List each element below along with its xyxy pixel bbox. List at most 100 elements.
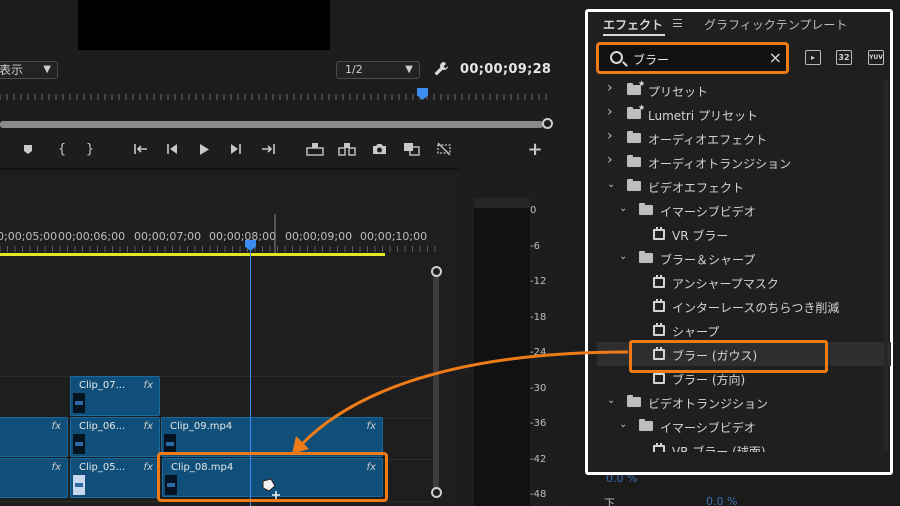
tree-item[interactable]: ⌄ ブラー＆シャープ <box>597 246 891 270</box>
clip-05[interactable]: Clip_05... fx <box>70 458 160 498</box>
fx-badge[interactable]: fx <box>52 421 61 432</box>
zoom-scrollbar-handle[interactable] <box>542 118 553 129</box>
chevron-down-icon[interactable]: ⌄ <box>619 251 629 262</box>
resolution-dropdown[interactable]: 1/2 ▼ <box>336 61 420 79</box>
fx-badge[interactable]: fx <box>52 462 61 473</box>
meter-tick: -42 <box>530 454 547 465</box>
clip-09[interactable]: Clip_09.mp4 fx <box>161 417 383 457</box>
tree-item[interactable]: › ★ Lumetri プリセット <box>597 102 891 126</box>
effects-tree-scrollbar[interactable] <box>884 80 888 450</box>
scrollbar-bottom-handle[interactable] <box>431 487 442 498</box>
tree-item-label: イマーシブビデオ <box>660 205 756 219</box>
play-icon[interactable] <box>197 138 211 160</box>
tree-item[interactable]: › オーディオトランジション <box>597 150 891 174</box>
compare-view-icon[interactable] <box>401 138 421 160</box>
effect-icon <box>653 299 665 312</box>
effect-icon <box>653 443 665 452</box>
step-forward-icon[interactable] <box>228 138 242 160</box>
meter-tick: -48 <box>530 489 547 500</box>
tree-item[interactable]: VR ブラー (球面) <box>597 438 891 452</box>
scrollbar-top-handle[interactable] <box>431 266 442 277</box>
tree-item-label: シャープ <box>672 325 720 339</box>
current-timecode[interactable]: 00;00;09;28 <box>460 62 551 77</box>
tree-item-label: ブラー＆シャープ <box>660 253 756 267</box>
timeline-vertical-scrollbar[interactable] <box>433 270 439 496</box>
zoom-scrollbar[interactable] <box>0 121 548 128</box>
clip-name: Clip_06... <box>79 421 126 432</box>
wrench-icon[interactable] <box>432 60 450 78</box>
tree-item[interactable]: › オーディオエフェクト <box>597 126 891 150</box>
tree-item-label: イマーシブビデオ <box>660 421 756 435</box>
meter-tick: -18 <box>530 312 547 323</box>
tree-item-label: ビデオトランジション <box>648 397 769 411</box>
chevron-right-icon[interactable]: › <box>607 152 617 168</box>
chevron-down-icon[interactable]: ⌄ <box>607 179 617 190</box>
vr-toggle-icon[interactable] <box>434 138 454 160</box>
chevron-right-icon[interactable]: › <box>607 128 617 144</box>
tree-item[interactable]: アンシャープマスク <box>597 270 891 294</box>
tree-item-label: VR ブラー (球面) <box>672 445 766 452</box>
clip-left-v2[interactable]: fx <box>0 417 68 457</box>
close-icon[interactable]: × <box>769 48 782 67</box>
tab-effects[interactable]: エフェクト <box>603 16 663 33</box>
tree-item-label: Lumetri プリセット <box>648 109 758 123</box>
clip-left-v1[interactable]: fx <box>0 458 68 498</box>
value-readout[interactable]: 0.0 % <box>706 495 737 506</box>
add-marker-icon[interactable] <box>20 138 36 160</box>
extract-icon[interactable] <box>337 138 357 160</box>
effect-icon <box>653 323 665 336</box>
filter-yuv-button[interactable]: YUV <box>868 50 884 65</box>
add-button-icon[interactable]: + <box>527 138 543 160</box>
meter-tick: -30 <box>530 383 547 394</box>
view-dropdown[interactable]: 表示 ▼ <box>0 61 58 79</box>
fx-badge[interactable]: fx <box>144 421 153 432</box>
panel-menu-icon[interactable] <box>673 19 682 27</box>
folder-icon <box>627 155 641 167</box>
ruler-label: 00;00;08;00 <box>209 230 277 243</box>
fx-badge[interactable]: fx <box>367 421 376 432</box>
gaussian-blur-highlight <box>629 340 828 373</box>
tree-item[interactable]: インターレースのちらつき削減 <box>597 294 891 318</box>
effect-icon <box>653 275 665 288</box>
clip-06[interactable]: Clip_06... fx <box>70 417 160 457</box>
go-to-in-icon[interactable] <box>132 138 150 160</box>
chevron-right-icon[interactable]: › <box>607 80 617 96</box>
tree-item-label: VR ブラー <box>672 229 729 243</box>
chevron-right-icon[interactable]: › <box>607 104 617 120</box>
clip-thumbnail <box>73 393 85 413</box>
mark-in-icon[interactable]: { <box>56 138 68 160</box>
tab-graphic-templates[interactable]: グラフィックテンプレート <box>704 16 847 33</box>
tree-item[interactable]: VR ブラー <box>597 222 891 246</box>
monitor-time-ruler[interactable] <box>0 90 552 104</box>
clip-thumbnail <box>73 434 85 454</box>
ruler-label: 00;00;09;00 <box>285 230 353 243</box>
filter-32bit-button[interactable]: 32 <box>836 50 852 65</box>
accelerated-effects-icon[interactable]: ▸ <box>805 50 821 65</box>
chevron-down-icon[interactable]: ⌄ <box>619 419 629 430</box>
go-to-out-icon[interactable] <box>259 138 277 160</box>
preset-star-icon: ★ <box>638 79 646 88</box>
tree-item[interactable]: › ★ プリセット <box>597 78 891 102</box>
tree-item[interactable]: ⌄ イマーシブビデオ <box>597 414 891 438</box>
tree-item[interactable]: ⌄ ビデオエフェクト <box>597 174 891 198</box>
tree-item[interactable]: シャープ <box>597 318 891 342</box>
ruler-label: 00;00;07;00 <box>134 230 202 243</box>
camera-icon[interactable] <box>370 138 388 160</box>
chevron-down-icon[interactable]: ⌄ <box>607 395 617 406</box>
tree-item[interactable]: ⌄ イマーシブビデオ <box>597 198 891 222</box>
resolution-label: 1/2 <box>345 63 363 76</box>
mark-out-icon[interactable]: } <box>84 138 96 160</box>
tree-item-label: オーディオトランジション <box>648 157 792 171</box>
lift-icon[interactable] <box>305 138 325 160</box>
chevron-down-icon: ▼ <box>43 64 51 75</box>
tree-item-label: ブラー (方向) <box>672 373 746 387</box>
work-area-bar[interactable] <box>0 253 385 256</box>
effects-search-input[interactable]: ブラー × <box>596 42 789 74</box>
tree-item[interactable]: ⌄ ビデオトランジション <box>597 390 891 414</box>
fx-badge[interactable]: fx <box>144 462 153 473</box>
clip-07[interactable]: Clip_07... fx <box>70 376 160 416</box>
chevron-down-icon[interactable]: ⌄ <box>619 203 629 214</box>
meter-tick: 0 <box>530 205 537 216</box>
step-back-icon[interactable] <box>165 138 179 160</box>
fx-badge[interactable]: fx <box>144 380 153 391</box>
